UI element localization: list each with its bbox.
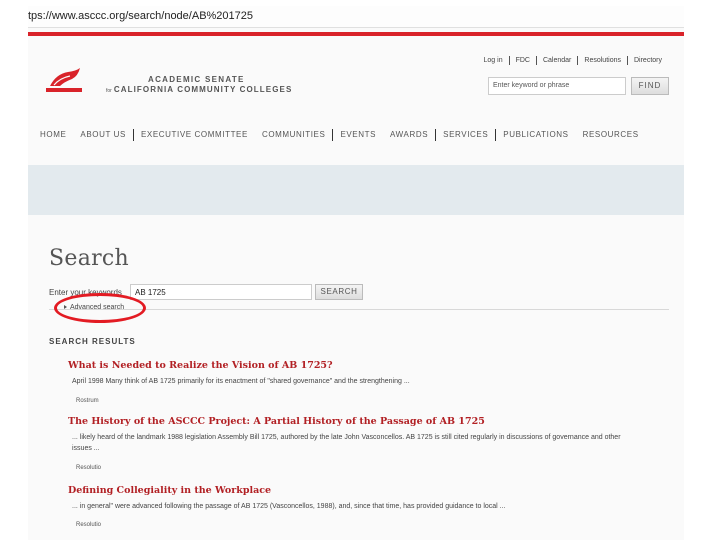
directory-link[interactable]: Directory (626, 56, 668, 65)
nav-events[interactable]: EVENTS (332, 129, 383, 141)
result-snippet-2: ... likely heard of the landmark 1988 le… (72, 434, 621, 452)
result-snippet-3: ... in general" were advanced following … (72, 503, 506, 510)
nav-executive-committee[interactable]: EXECUTIVE COMMITTEE (132, 129, 255, 141)
resolutions-link[interactable]: Resolutions (577, 56, 627, 65)
utility-links: Log in FDC Calendar Resolutions Director… (478, 56, 668, 65)
result-type-2: Resolutio (76, 465, 102, 471)
search-button[interactable]: SEARCH (315, 284, 363, 300)
fdc-link[interactable]: FDC (508, 56, 536, 65)
result-type-3: Resolutio (76, 522, 102, 528)
nav-services[interactable]: SERVICES (435, 129, 495, 141)
result-title-1[interactable]: What is Needed to Realize the Vision of … (68, 360, 333, 371)
nav-about-us[interactable]: ABOUT US (73, 129, 133, 141)
senate-logo-icon[interactable] (42, 66, 86, 94)
results-heading: SEARCH RESULTS (49, 337, 136, 346)
nav-publications[interactable]: PUBLICATIONS (495, 129, 575, 141)
login-link[interactable]: Log in (478, 56, 509, 65)
top-accent-bar (28, 32, 684, 36)
brand-for: for (106, 88, 112, 94)
brand-title: ACADEMIC SENATE (148, 75, 245, 84)
result-type-1: Rostrum (76, 398, 99, 404)
address-bar[interactable]: tps://www.asccc.org/search/node/AB%20172… (28, 6, 684, 28)
result-snippet-1: April 1998 Many think of AB 1725 primari… (72, 378, 410, 385)
nav-communities[interactable]: COMMUNITIES (255, 129, 333, 141)
find-button[interactable]: FIND (631, 77, 669, 95)
result-title-2[interactable]: The History of the ASCCC Project: A Part… (68, 416, 485, 427)
nav-resources[interactable]: RESOURCES (576, 129, 646, 141)
nav-awards[interactable]: AWARDS (383, 129, 435, 141)
page-title: Search (49, 246, 130, 271)
brand-subtitle: for CALIFORNIA COMMUNITY COLLEGES (106, 85, 292, 94)
page-frame: ACADEMIC SENATE for CALIFORNIA COMMUNITY … (28, 28, 684, 540)
keyword-input[interactable]: AB 1725 (130, 284, 312, 300)
main-nav: HOME ABOUT US EXECUTIVE COMMITTEE COMMUN… (40, 129, 646, 141)
site-search-input[interactable]: Enter keyword or phrase (488, 77, 626, 95)
url-text: tps://www.asccc.org/search/node/AB%20172… (28, 10, 254, 22)
calendar-link[interactable]: Calendar (535, 56, 577, 65)
nav-home[interactable]: HOME (40, 129, 73, 141)
annotation-ellipse (54, 293, 146, 323)
result-title-3[interactable]: Defining Collegiality in the Workplace (68, 485, 271, 496)
banner-band (28, 165, 684, 215)
brand-subtitle-text: CALIFORNIA COMMUNITY COLLEGES (113, 85, 293, 94)
